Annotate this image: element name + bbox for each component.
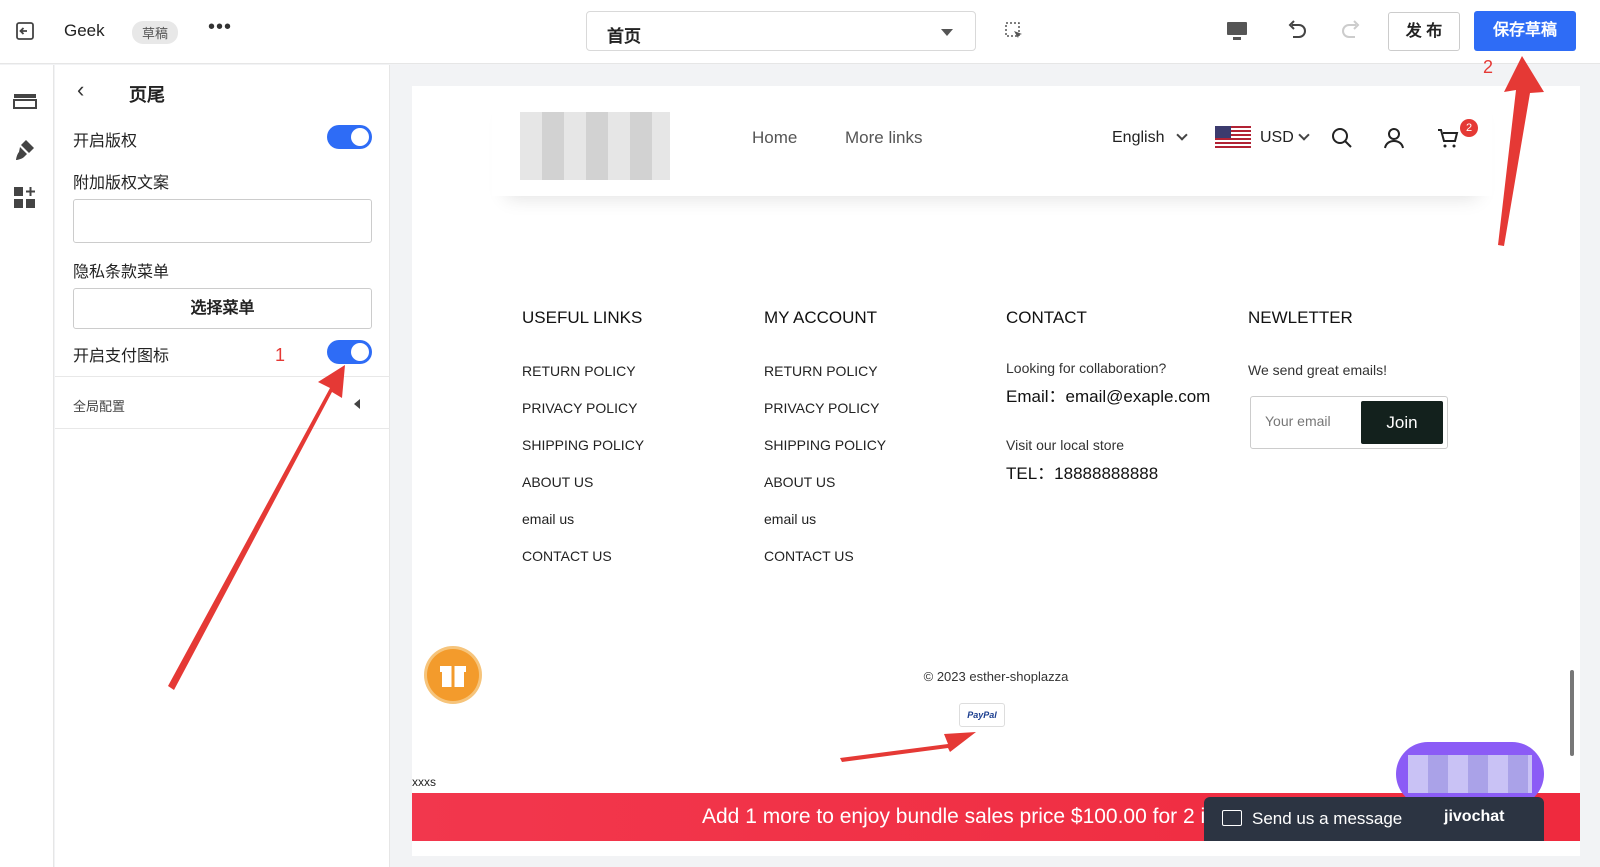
us-flag-icon	[1215, 126, 1251, 149]
extra-copyright-input[interactable]	[73, 199, 372, 243]
column-title: NEWLETTER	[1248, 308, 1353, 327]
payment-icon-toggle-label: 开启支付图标	[73, 348, 170, 365]
element-picker-icon[interactable]	[1004, 21, 1024, 41]
footer-link[interactable]: PRIVACY POLICY	[522, 377, 762, 415]
copyright-toggle-label: 开启版权	[73, 133, 138, 150]
nav-home[interactable]: Home	[752, 128, 797, 148]
payment-icon-toggle[interactable]	[327, 340, 372, 364]
footer-link[interactable]: CONTACT US	[764, 525, 1004, 563]
copyright-text: © 2023 esther-shoplazza	[923, 669, 1069, 684]
privacy-menu-label: 隐私条款菜单	[73, 264, 170, 281]
divider	[55, 376, 390, 377]
cart-count-badge: 2	[1460, 119, 1478, 137]
join-button[interactable]: Join	[1361, 401, 1443, 444]
search-icon[interactable]	[1330, 126, 1354, 150]
footer-column-newsletter: NEWLETTER We send great emails!	[1248, 308, 1488, 378]
paypal-payment-icon: PayPal	[959, 703, 1005, 727]
caret-left-icon[interactable]	[354, 399, 360, 409]
column-title: MY ACCOUNT	[764, 308, 878, 327]
contact-text: Looking for collaboration?	[1006, 360, 1167, 376]
footer-link[interactable]: SHIPPING POLICY	[522, 414, 762, 452]
global-config-label[interactable]: 全局配置	[73, 396, 125, 415]
panel-title: 页尾	[129, 85, 165, 105]
footer-link[interactable]: email us	[764, 488, 1004, 526]
redo-icon[interactable]	[1338, 18, 1364, 44]
footer-link[interactable]: ABOUT US	[764, 451, 1004, 489]
newsletter-email-input[interactable]: Your email	[1265, 413, 1331, 429]
divider	[55, 428, 390, 429]
more-menu-icon[interactable]: •••	[208, 16, 232, 39]
footer-link[interactable]: ABOUT US	[522, 451, 762, 489]
store-logo[interactable]	[520, 112, 670, 180]
select-menu-button[interactable]: 选择菜单	[73, 288, 372, 329]
nav-more-links[interactable]: More links	[845, 128, 922, 148]
page-select[interactable]: 首页	[586, 11, 976, 51]
footer-link[interactable]: email us	[522, 488, 762, 526]
cart-icon[interactable]	[1436, 126, 1460, 150]
contact-tel: TEL：18888888888	[1006, 464, 1159, 483]
footer-column-contact: CONTACT Looking for collaboration? Email…	[1006, 308, 1246, 484]
language-select[interactable]: English	[1112, 129, 1164, 147]
chevron-down-icon	[1298, 129, 1310, 141]
store-header: Home More links English USD 2	[492, 86, 1492, 196]
annotation-step-1: 1	[275, 345, 286, 365]
extra-copyright-text: xxxs	[412, 775, 436, 789]
status-badge: 草稿	[132, 21, 179, 44]
footer-column-useful-links: USEFUL LINKS RETURN POLICY PRIVACY POLIC…	[522, 308, 762, 563]
back-icon[interactable]: ‹	[77, 77, 84, 103]
extra-copyright-label: 附加版权文案	[73, 175, 170, 192]
chevron-down-icon	[941, 29, 953, 36]
exit-icon[interactable]	[14, 20, 36, 42]
contact-text: Visit our local store	[1006, 437, 1125, 453]
copyright-toggle[interactable]	[327, 125, 372, 149]
sections-icon[interactable]	[12, 89, 38, 115]
currency-select[interactable]: USD	[1260, 129, 1294, 147]
theme-style-icon[interactable]	[12, 137, 38, 163]
contact-email: Email：email@exaple.com	[1006, 387, 1211, 406]
undo-icon[interactable]	[1284, 18, 1310, 44]
add-block-icon[interactable]	[12, 185, 38, 211]
column-title: CONTACT	[1006, 308, 1087, 327]
footer-link[interactable]: SHIPPING POLICY	[764, 414, 1004, 452]
chat-brand: jivochat	[1444, 808, 1505, 825]
newsletter-form: Your email Join	[1250, 396, 1448, 449]
chat-message-label: Send us a message	[1252, 809, 1403, 828]
desktop-preview-icon[interactable]	[1224, 18, 1250, 44]
chat-widget-bar[interactable]: Send us a message jivochat	[1204, 797, 1544, 841]
footer-link[interactable]: PRIVACY POLICY	[764, 377, 1004, 415]
account-icon[interactable]	[1382, 126, 1406, 150]
footer-column-my-account: MY ACCOUNT RETURN POLICY PRIVACY POLICY …	[764, 308, 1004, 563]
footer-settings-panel: ‹ 页尾 开启版权 附加版权文案 隐私条款菜单 选择菜单 开启支付图标 全局配置	[55, 65, 390, 867]
footer-link[interactable]: CONTACT US	[522, 525, 762, 563]
scrollbar[interactable]	[1570, 670, 1574, 756]
store-preview: Home More links English USD 2 USEFUL LIN…	[412, 86, 1580, 856]
footer-link[interactable]: RETURN POLICY	[522, 340, 762, 378]
app-name: Geek	[64, 21, 105, 40]
footer-link[interactable]: RETURN POLICY	[764, 340, 1004, 378]
page-select-value: 首页	[607, 27, 641, 46]
left-rail	[0, 65, 54, 867]
chevron-down-icon	[1176, 129, 1188, 141]
envelope-icon	[1222, 810, 1242, 826]
chat-avatar-image	[1408, 755, 1532, 793]
save-draft-button[interactable]: 保存草稿	[1474, 11, 1576, 51]
newsletter-text: We send great emails!	[1248, 362, 1388, 378]
publish-button[interactable]: 发 布	[1388, 12, 1460, 51]
top-toolbar: Geek 草稿 ••• 首页 发 布 保存草稿	[0, 0, 1600, 64]
column-title: USEFUL LINKS	[522, 308, 643, 327]
annotation-step-2: 2	[1483, 57, 1494, 77]
